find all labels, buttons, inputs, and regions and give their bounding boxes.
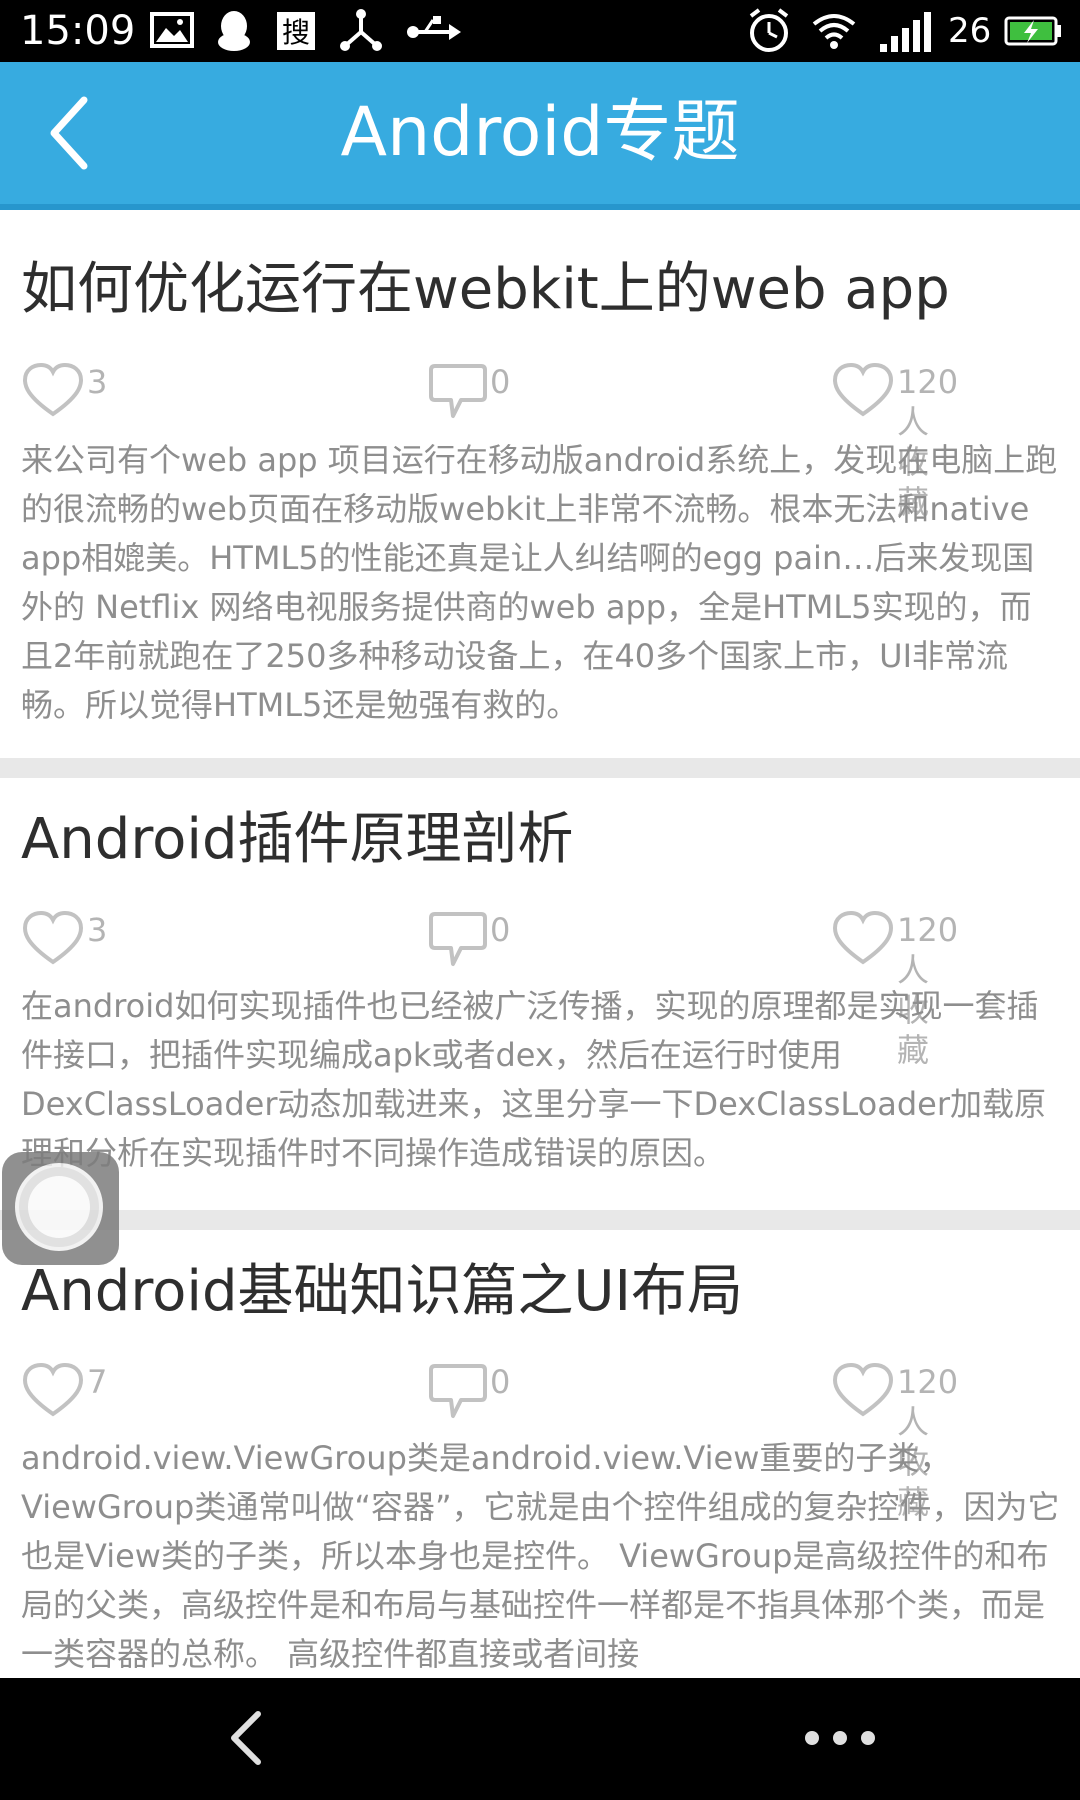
article-excerpt: 在android如何实现插件也已经被广泛传播，实现的原理都是实现一套插件接口，把…: [21, 987, 1047, 1172]
signal-icon: [880, 12, 931, 52]
wifi-icon: [812, 14, 856, 49]
status-bar: 15:09 搜 26: [0, 0, 1080, 62]
share-network-icon: [340, 9, 382, 51]
image-icon: [150, 12, 194, 48]
comment-icon: [429, 1364, 487, 1418]
like-count: 7: [87, 1363, 108, 1401]
article-meta: 3 0 120人收藏: [0, 362, 1080, 521]
article-list: 如何优化运行在webkit上的web app 3 0 120人收藏 来公司有个w…: [0, 210, 1080, 1678]
comment-icon: [429, 364, 487, 418]
floating-assistive-button[interactable]: [2, 1152, 119, 1265]
article-title[interactable]: Android插件原理剖析: [21, 806, 1061, 874]
article-card[interactable]: Android插件原理剖析 3 0 120人收藏 在android如何实现插件也…: [0, 778, 1080, 1210]
article-title[interactable]: 如何优化运行在webkit上的web app: [21, 256, 1061, 324]
comment-count: 0: [490, 363, 511, 401]
bottom-nav-bar: [0, 1678, 1080, 1800]
article-meta: 3 0 120人收藏: [0, 910, 1080, 1069]
page-title: Android专题: [340, 93, 740, 172]
card-divider: [0, 758, 1080, 778]
svg-text:搜: 搜: [282, 16, 310, 49]
heart-icon: [22, 362, 84, 417]
signal-number: 26: [948, 11, 992, 51]
article-card[interactable]: Android基础知识篇之UI布局 7 0 120人收藏 android.vie…: [0, 1230, 1080, 1678]
nav-back-icon[interactable]: [224, 1708, 268, 1768]
article-excerpt: 来公司有个web app 项目运行在移动版android系统上，发现在电脑上跑的…: [21, 441, 1058, 724]
battery-charging-icon: [1004, 16, 1061, 46]
sogou-icon: 搜: [277, 12, 315, 50]
heart-icon: [832, 910, 894, 965]
card-divider: [0, 1210, 1080, 1230]
article-meta: 7 0 120人收藏: [0, 1362, 1080, 1521]
heart-icon: [22, 1362, 84, 1417]
more-dots-icon[interactable]: [800, 1726, 880, 1750]
like-count: 3: [87, 363, 108, 401]
alarm-icon: [749, 8, 789, 52]
status-time: 15:09: [20, 8, 136, 54]
article-card[interactable]: 如何优化运行在webkit上的web app 3 0 120人收藏 来公司有个w…: [0, 210, 1080, 758]
app-bar: Android专题: [0, 62, 1080, 210]
heart-icon: [22, 910, 84, 965]
heart-icon: [832, 362, 894, 417]
article-excerpt: android.view.ViewGroup类是android.view.Vie…: [21, 1439, 1060, 1673]
comment-count: 0: [490, 1363, 511, 1401]
comment-count: 0: [490, 911, 511, 949]
comment-icon: [429, 912, 487, 966]
qq-icon: [218, 11, 250, 51]
article-title[interactable]: Android基础知识篇之UI布局: [21, 1258, 1061, 1326]
heart-icon: [832, 1362, 894, 1417]
like-count: 3: [87, 911, 108, 949]
usb-icon: [407, 16, 461, 40]
